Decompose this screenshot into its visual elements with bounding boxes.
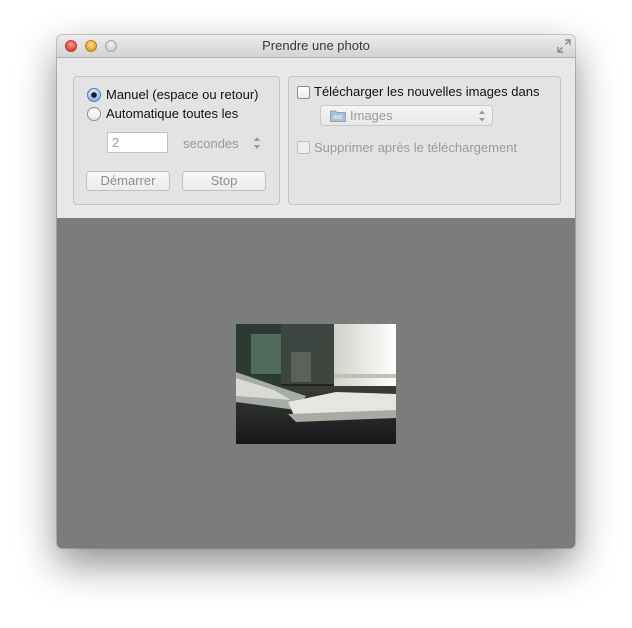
stop-button[interactable]: Stop bbox=[182, 171, 266, 191]
interval-unit-label: secondes bbox=[183, 136, 239, 151]
camera-preview-image bbox=[236, 324, 396, 444]
photo-capture-window: Prendre une photo Manuel (espace ou reto… bbox=[57, 35, 575, 548]
fullscreen-icon[interactable] bbox=[557, 39, 571, 53]
manual-mode-radio[interactable] bbox=[87, 88, 101, 102]
capture-mode-group: Manuel (espace ou retour) Automatique to… bbox=[73, 76, 280, 205]
download-checkbox-label[interactable]: Télécharger les nouvelles images dans bbox=[314, 84, 539, 99]
manual-mode-label[interactable]: Manuel (espace ou retour) bbox=[106, 87, 258, 102]
destination-label: Images bbox=[350, 108, 393, 123]
settings-panel: Manuel (espace ou retour) Automatique to… bbox=[57, 58, 575, 218]
up-down-arrows-icon bbox=[479, 110, 485, 122]
folder-icon bbox=[330, 110, 346, 122]
interval-field[interactable]: 2 bbox=[107, 132, 168, 153]
download-checkbox[interactable] bbox=[297, 86, 310, 99]
stepper-arrows-icon[interactable] bbox=[252, 134, 262, 152]
window-title: Prendre une photo bbox=[262, 38, 370, 53]
delete-after-download-checkbox[interactable] bbox=[297, 141, 310, 154]
delete-after-download-label[interactable]: Supprimer après le téléchargement bbox=[314, 140, 517, 155]
camera-preview-area bbox=[57, 218, 575, 548]
destination-popup[interactable]: Images bbox=[320, 105, 493, 126]
auto-mode-radio[interactable] bbox=[87, 107, 101, 121]
start-button[interactable]: Démarrer bbox=[86, 171, 170, 191]
download-group: Télécharger les nouvelles images dans Im… bbox=[288, 76, 561, 205]
title-bar: Prendre une photo bbox=[57, 35, 575, 58]
auto-mode-label[interactable]: Automatique toutes les bbox=[106, 106, 238, 121]
